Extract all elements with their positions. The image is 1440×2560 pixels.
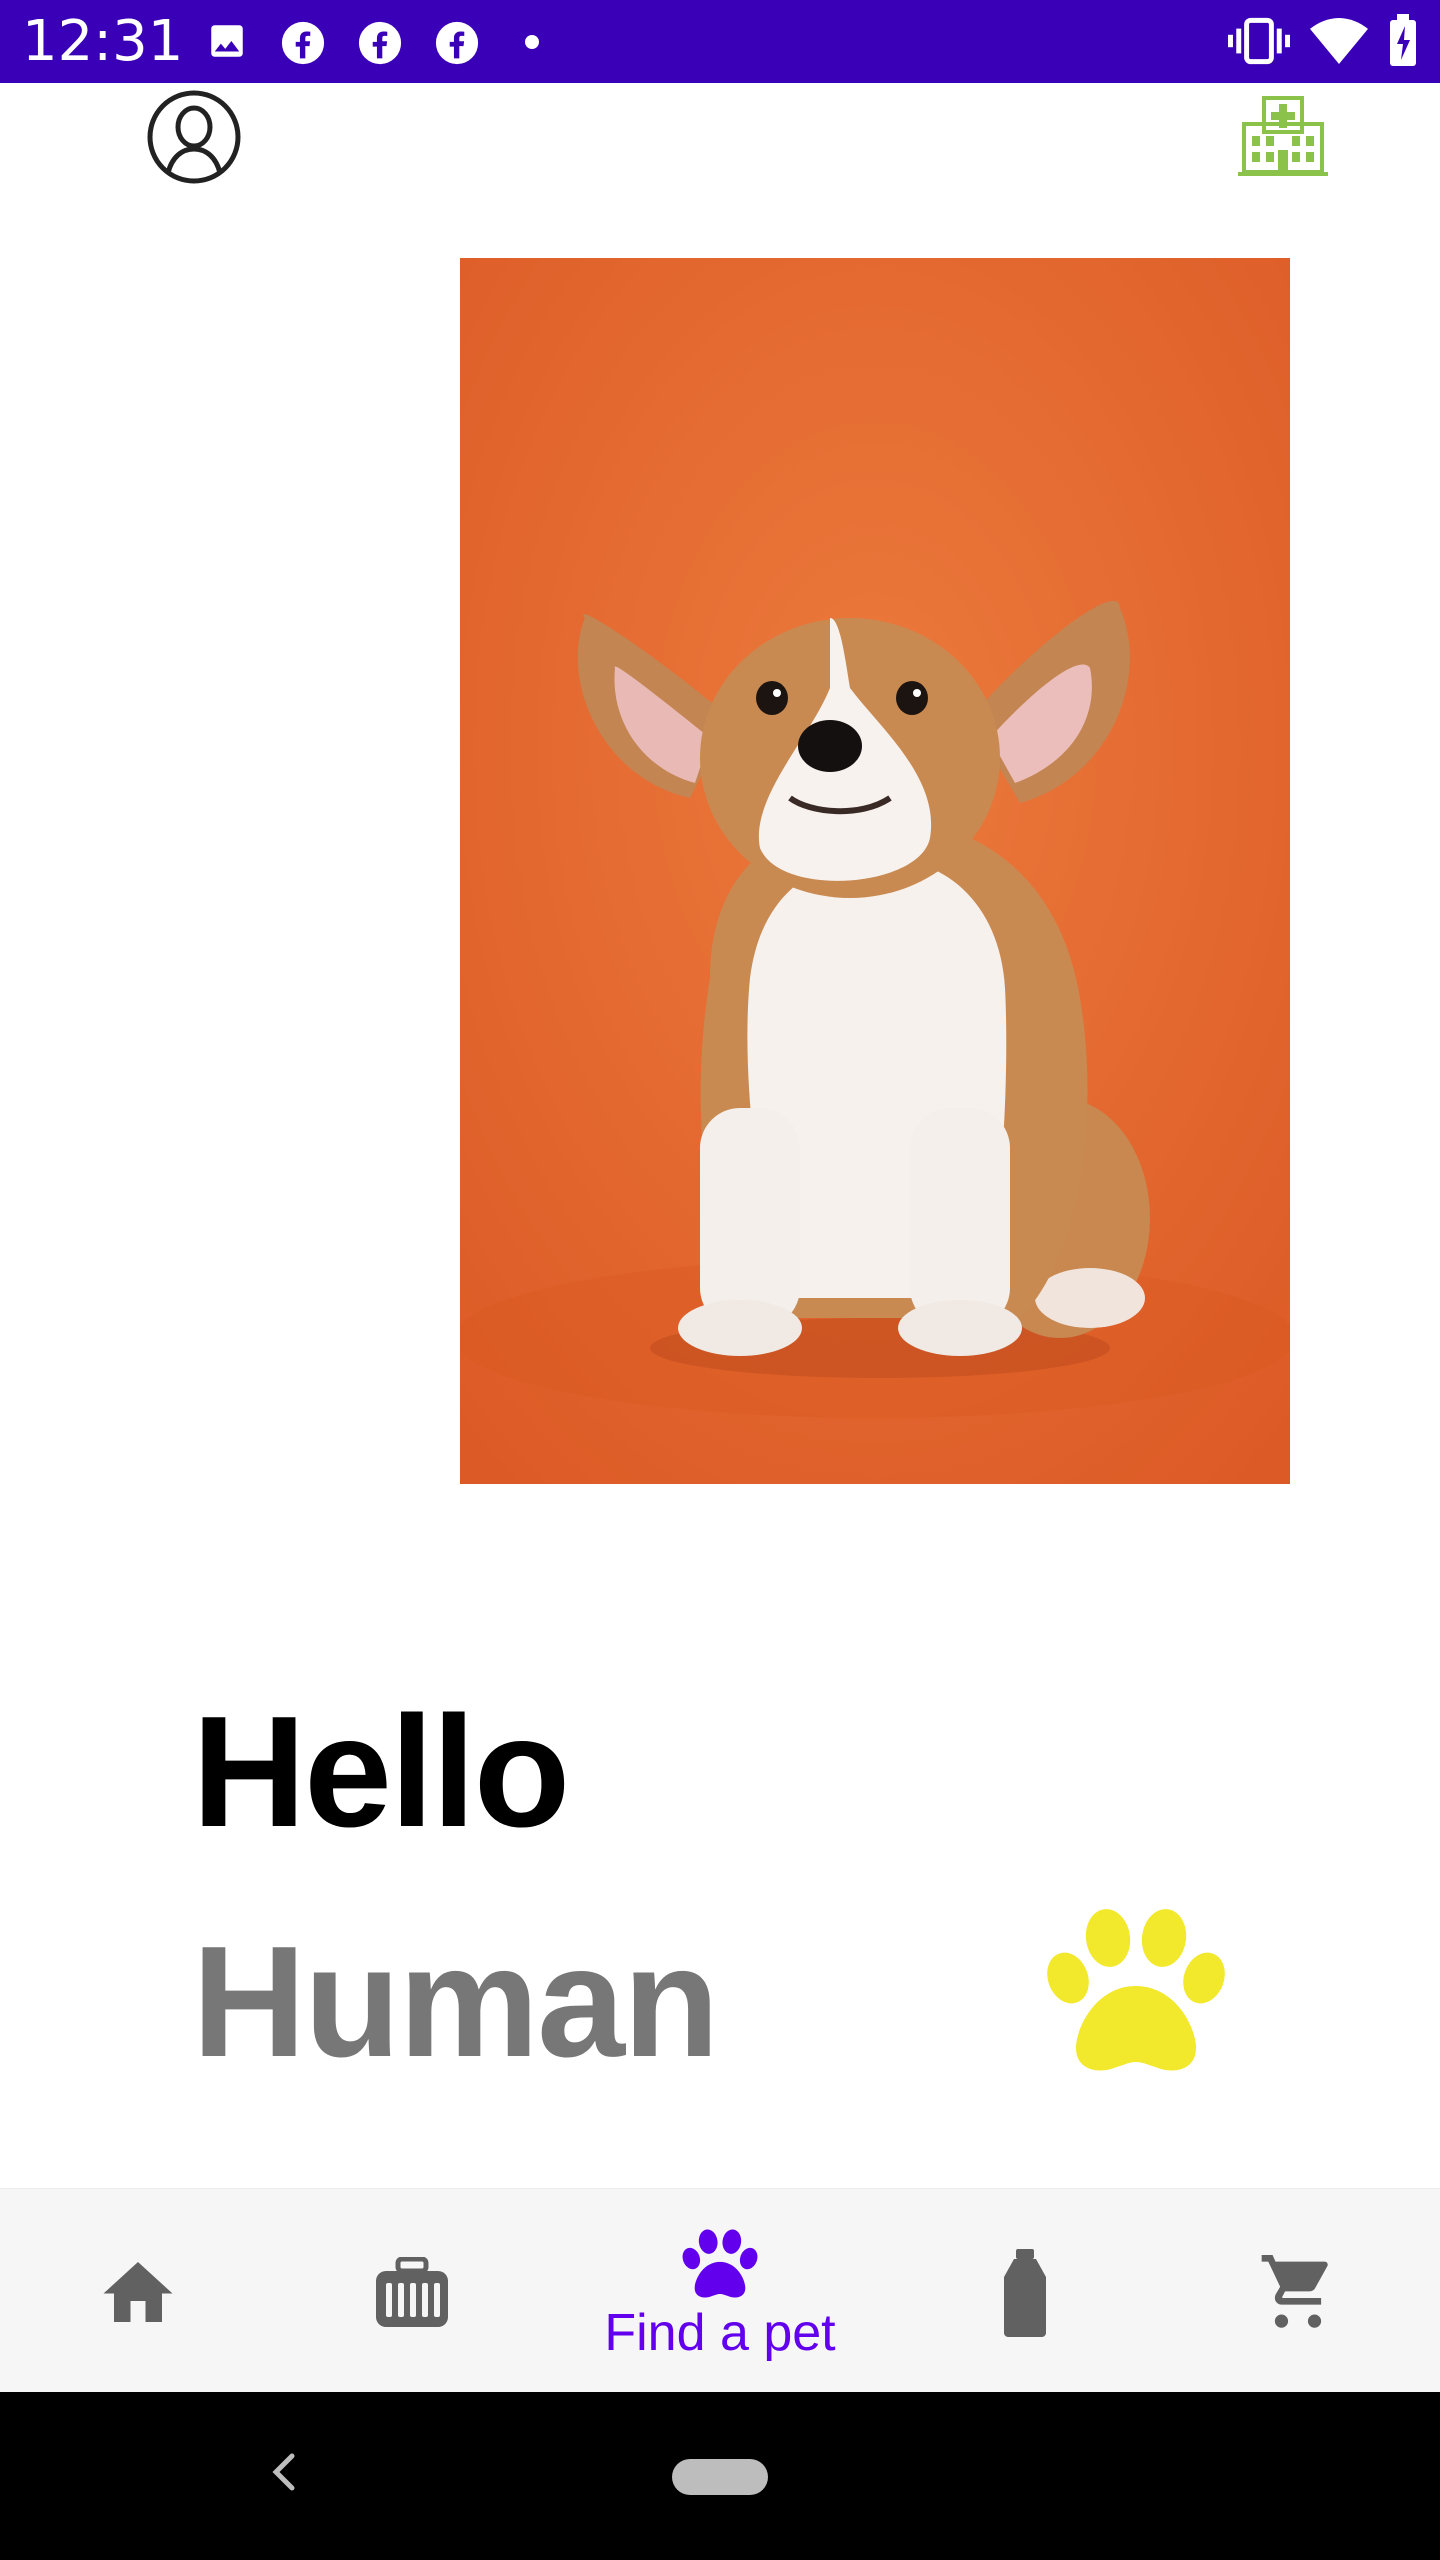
nav-cart[interactable] bbox=[1158, 2189, 1440, 2393]
corgi-puppy-illustration bbox=[460, 258, 1290, 1484]
paw-icon bbox=[682, 2229, 758, 2298]
wifi-icon bbox=[1310, 18, 1368, 64]
more-notifications-dot-icon bbox=[524, 34, 540, 78]
facebook-icon bbox=[280, 20, 326, 65]
pet-carrier-icon bbox=[376, 2257, 448, 2327]
back-button[interactable] bbox=[258, 2436, 306, 2508]
back-chevron-icon bbox=[272, 2453, 295, 2491]
paw-icon bbox=[1047, 1909, 1225, 2071]
hero-pet-image bbox=[460, 258, 1290, 1484]
hospital-button[interactable] bbox=[1238, 94, 1328, 178]
paw-button[interactable] bbox=[1046, 1908, 1226, 2074]
nav-pet-carrier[interactable] bbox=[270, 2189, 558, 2393]
greeting-hello: Hello bbox=[192, 1684, 570, 1860]
nav-find-a-pet-label: Find a pet bbox=[604, 2304, 836, 2362]
cart-icon bbox=[1261, 2255, 1328, 2328]
bottle-icon bbox=[1004, 2249, 1046, 2337]
status-bar: 12:31 bbox=[0, 0, 1440, 83]
home-pill[interactable] bbox=[672, 2459, 768, 2495]
nav-bottle[interactable] bbox=[882, 2189, 1170, 2393]
battery-icon bbox=[1388, 14, 1418, 66]
nav-find-a-pet[interactable]: Find a pet bbox=[576, 2189, 864, 2393]
facebook-icon bbox=[434, 20, 480, 65]
hospital-icon bbox=[1238, 96, 1328, 176]
bottom-navigation: Find a pet bbox=[0, 2188, 1440, 2392]
profile-button[interactable] bbox=[146, 89, 242, 185]
vibrate-icon bbox=[1228, 16, 1290, 65]
facebook-icon bbox=[357, 20, 403, 65]
nav-home[interactable] bbox=[0, 2189, 288, 2393]
profile-icon bbox=[147, 90, 241, 184]
greeting-human: Human bbox=[192, 1914, 719, 2090]
home-icon bbox=[103, 2262, 173, 2322]
status-time: 12:31 bbox=[22, 9, 184, 74]
image-notification-icon bbox=[206, 20, 248, 64]
